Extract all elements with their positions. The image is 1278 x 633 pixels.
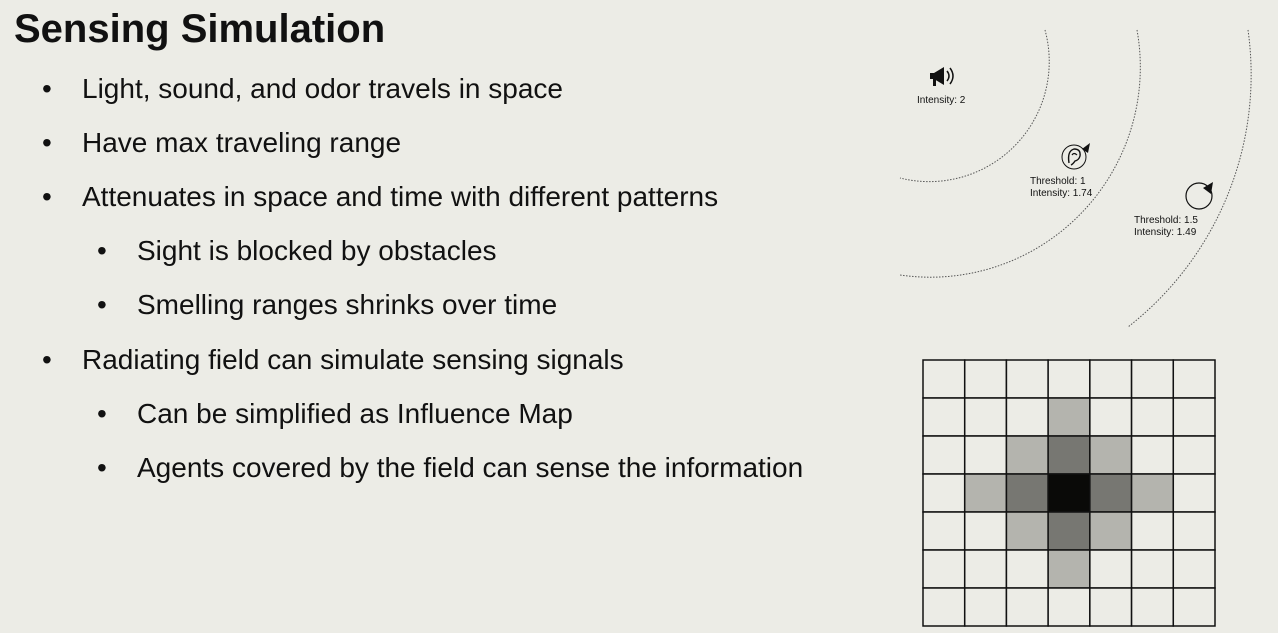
bullet-text: Light, sound, and odor travels in space bbox=[82, 73, 563, 104]
influence-cell bbox=[922, 587, 966, 627]
bullet-dot: • bbox=[97, 235, 107, 266]
influence-map-grid bbox=[922, 359, 1216, 627]
influence-cell bbox=[963, 359, 1008, 399]
bullet-dot: • bbox=[97, 452, 107, 483]
influence-cell bbox=[963, 549, 1008, 589]
influence-cell bbox=[1172, 397, 1216, 437]
influence-cell bbox=[1047, 587, 1091, 627]
bullet-dot: • bbox=[42, 344, 52, 375]
influence-cell bbox=[922, 473, 966, 513]
bullet-text: Smelling ranges shrinks over time bbox=[137, 289, 558, 320]
influence-cell bbox=[922, 359, 966, 399]
sound-propagation-diagram: Intensity: 2 Threshold: 1 Intensity: 1.7… bbox=[890, 25, 1275, 335]
influence-cell bbox=[1172, 549, 1216, 589]
influence-cell bbox=[1172, 359, 1216, 399]
influence-cell bbox=[922, 397, 966, 437]
influence-cell bbox=[1047, 549, 1091, 589]
influence-cell bbox=[1047, 511, 1091, 551]
influence-cell bbox=[1047, 435, 1091, 475]
range-arc-middle bbox=[899, 29, 1141, 278]
influence-cell bbox=[1130, 549, 1175, 589]
influence-cell bbox=[1172, 587, 1216, 627]
influence-cell bbox=[1005, 435, 1049, 475]
ear-intensity-label: Intensity: 1.74 bbox=[1030, 188, 1093, 199]
influence-cell bbox=[963, 511, 1008, 551]
influence-cell bbox=[963, 473, 1008, 513]
circle-intensity-label: Intensity: 1.49 bbox=[1134, 227, 1197, 238]
influence-cell bbox=[1172, 511, 1216, 551]
influence-cell bbox=[963, 587, 1008, 627]
influence-cell bbox=[922, 511, 966, 551]
bullet-dot: • bbox=[97, 398, 107, 429]
influence-cell bbox=[1047, 397, 1091, 437]
circle-threshold-label: Threshold: 1.5 bbox=[1134, 215, 1198, 226]
bullet-dot: • bbox=[97, 289, 107, 320]
influence-cell bbox=[1005, 359, 1049, 399]
influence-cell bbox=[963, 397, 1008, 437]
influence-cell bbox=[1089, 587, 1133, 627]
bullet-dot: • bbox=[42, 127, 52, 158]
influence-cell bbox=[1005, 473, 1049, 513]
influence-cell bbox=[1172, 473, 1216, 513]
ear-icon bbox=[1061, 143, 1090, 170]
influence-cell bbox=[1005, 587, 1049, 627]
bullet-text: Sight is blocked by obstacles bbox=[137, 235, 497, 266]
influence-cell bbox=[1089, 549, 1133, 589]
influence-cell bbox=[1130, 435, 1175, 475]
influence-cell bbox=[922, 549, 966, 589]
ear-threshold-label: Threshold: 1 bbox=[1030, 176, 1086, 187]
influence-cell bbox=[1005, 549, 1049, 589]
bullet-dot: • bbox=[42, 73, 52, 104]
influence-cell bbox=[963, 435, 1008, 475]
bullet-text: Agents covered by the field can sense th… bbox=[137, 452, 804, 483]
influence-cell bbox=[1130, 587, 1175, 627]
influence-cell bbox=[1089, 359, 1133, 399]
influence-cell bbox=[1089, 435, 1133, 475]
influence-cell bbox=[1130, 473, 1175, 513]
bullet-dot: • bbox=[42, 181, 52, 212]
influence-cell bbox=[1047, 473, 1091, 513]
influence-cell bbox=[1130, 511, 1175, 551]
megaphone-intensity-label: Intensity: 2 bbox=[917, 95, 966, 106]
circle-agent-icon bbox=[1185, 182, 1213, 210]
influence-cell bbox=[1005, 511, 1049, 551]
influence-cell bbox=[1130, 397, 1175, 437]
influence-cell bbox=[1005, 397, 1049, 437]
influence-cell bbox=[1172, 435, 1216, 475]
influence-cell bbox=[1130, 359, 1175, 399]
range-arc-outer bbox=[1127, 29, 1252, 328]
influence-cell bbox=[1089, 397, 1133, 437]
influence-cell bbox=[922, 435, 966, 475]
megaphone-icon bbox=[930, 67, 954, 86]
bullet-text: Radiating field can simulate sensing sig… bbox=[82, 344, 624, 375]
influence-cell bbox=[1089, 511, 1133, 551]
bullet-text: Attenuates in space and time with differ… bbox=[82, 181, 719, 212]
bullet-text: Have max traveling range bbox=[82, 127, 402, 158]
influence-cell bbox=[1047, 359, 1091, 399]
slide-title: Sensing Simulation bbox=[14, 7, 386, 51]
bullet-text: Can be simplified as Influence Map bbox=[137, 398, 573, 429]
influence-cell bbox=[1089, 473, 1133, 513]
